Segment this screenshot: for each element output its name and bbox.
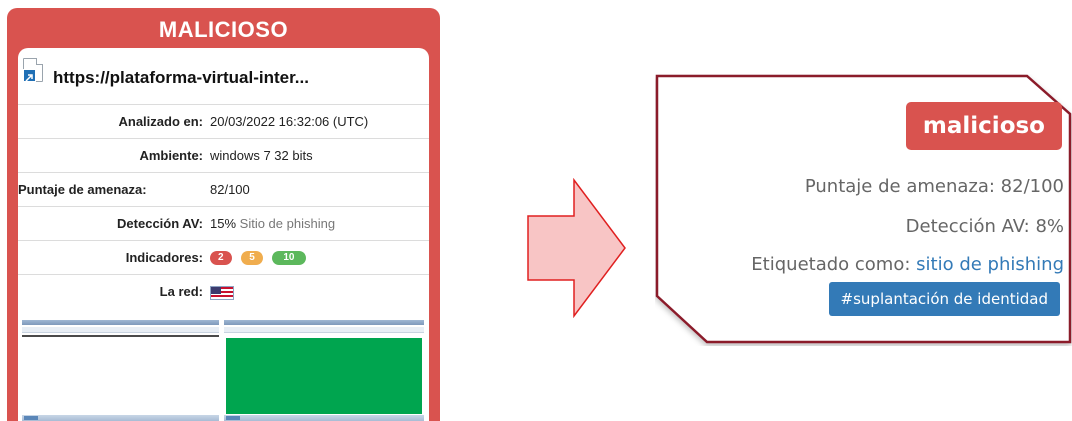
malicious-indicators-badge[interactable]: 2 (210, 250, 232, 265)
av-detection-label: Detección AV: (117, 216, 203, 231)
environment-label: Ambiente: (139, 148, 203, 163)
av-detection-note: Sitio de phishing (239, 216, 336, 231)
suspicious-indicators-badge[interactable]: 5 (241, 250, 263, 265)
analyzed-at-value: 20/03/2022 16:32:06 (UTC) (210, 114, 369, 129)
threat-score-label: Puntaje de amenaza: (18, 182, 147, 197)
threat-score-value: 82/100 (210, 182, 250, 197)
analyzed-at-row: Analizado en: 20/03/2022 16:32:06 (UTC) (18, 105, 429, 139)
tagged-as-line: Etiquetado como: sitio de phishing (751, 254, 1064, 275)
environment-row: Ambiente: windows 7 32 bits (18, 139, 429, 173)
environment-value: windows 7 32 bits (210, 148, 313, 163)
phishing-site-link[interactable]: sitio de phishing (916, 254, 1064, 275)
screenshot-thumbnail-2[interactable] (224, 318, 424, 421)
analyzed-at-label: Analizado en: (118, 114, 203, 129)
shortcut-file-icon (23, 58, 43, 82)
report-details: https://plataforma-virtual-inter... Anal… (18, 48, 429, 421)
url-row[interactable]: https://plataforma-virtual-inter... (18, 48, 429, 105)
verdict-badge: malicioso (905, 102, 1062, 150)
shortcut-arrow-icon (23, 69, 36, 82)
indicator-badges: 2 5 10 (210, 249, 312, 265)
screenshot-thumbnail-1[interactable] (22, 318, 219, 421)
tagged-as-label: Etiquetado como: (751, 254, 911, 275)
malicious-report-card: MALICIOSO https://plataforma-virtual-int… (7, 8, 440, 421)
network-label: La red: (159, 284, 203, 299)
network-row: La red: (18, 275, 429, 308)
threat-score-row: Puntaje de amenaza: 82/100 (18, 173, 429, 207)
informative-indicators-badge[interactable]: 10 (272, 250, 306, 265)
us-flag-icon (210, 285, 234, 300)
threat-score-text: Puntaje de amenaza: 82/100 (804, 176, 1064, 197)
network-value (210, 284, 234, 300)
indicators-label: Indicadores: (125, 250, 203, 265)
right-arrow-icon (527, 178, 626, 318)
av-detection-row: Detección AV: 15% Sitio de phishing (18, 207, 429, 241)
analyzed-url[interactable]: https://plataforma-virtual-inter... (53, 68, 309, 88)
identity-impersonation-tag[interactable]: #suplantación de identidad (828, 282, 1060, 316)
av-detection-percent: 15% (210, 216, 237, 231)
av-detection-value: 15% Sitio de phishing (210, 216, 335, 231)
verdict-summary-panel: malicioso Puntaje de amenaza: 82/100 Det… (655, 74, 1072, 346)
indicators-row: Indicadores: 2 5 10 (18, 241, 429, 275)
verdict-title: MALICIOSO (158, 17, 289, 42)
av-detection-text: Detección AV: 8% (905, 216, 1064, 237)
